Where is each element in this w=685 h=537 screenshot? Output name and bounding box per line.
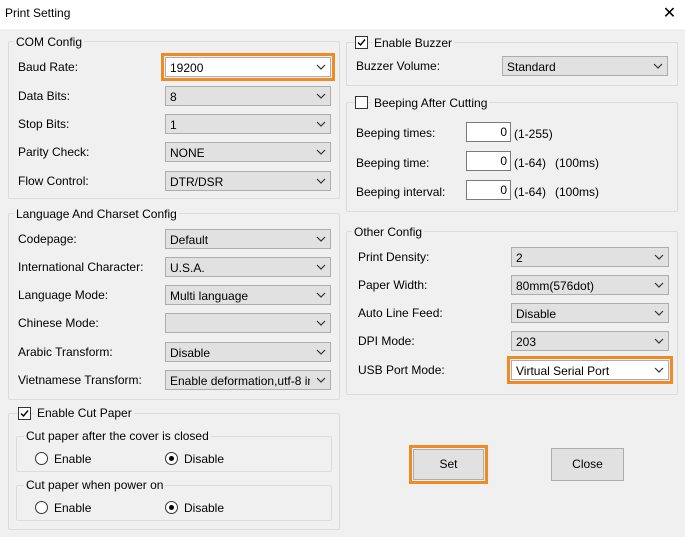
beeping-time-input[interactable]: 0 bbox=[466, 151, 511, 171]
chevron-down-icon bbox=[316, 93, 326, 99]
chevron-down-icon bbox=[316, 377, 326, 383]
beeping-after-cutting-label: Beeping After Cutting bbox=[372, 96, 490, 110]
power-enable-radio[interactable] bbox=[35, 501, 48, 514]
paper-width-label: Paper Width: bbox=[358, 278, 428, 292]
enable-cut-paper-label: Enable Cut Paper bbox=[35, 406, 134, 420]
chinese-mode-label: Chinese Mode: bbox=[18, 316, 99, 330]
baud-rate-label: Baud Rate: bbox=[18, 60, 79, 74]
beeping-time-range: (1-64) bbox=[514, 156, 547, 170]
enable-buzzer-checkbox[interactable] bbox=[355, 36, 368, 49]
dpi-mode-select[interactable]: 203 bbox=[511, 331, 669, 351]
language-mode-label: Language Mode: bbox=[18, 288, 109, 302]
vietnamese-transform-label: Vietnamese Transform: bbox=[18, 373, 142, 387]
close-button[interactable]: Close bbox=[551, 448, 624, 481]
beeping-time-label: Beeping time: bbox=[356, 156, 430, 170]
chevron-down-icon bbox=[316, 64, 326, 70]
chevron-down-icon bbox=[316, 236, 326, 242]
chinese-mode-select[interactable] bbox=[165, 313, 331, 333]
flow-control-label: Flow Control: bbox=[18, 174, 89, 188]
arabic-transform-select[interactable]: Disable bbox=[165, 342, 331, 362]
arabic-transform-label: Arabic Transform: bbox=[18, 345, 113, 359]
vietnamese-transform-select[interactable]: Enable deformation,utf-8 input bbox=[165, 370, 331, 390]
beeping-after-cutting-checkbox[interactable] bbox=[355, 96, 368, 109]
com-config-title: COM Config bbox=[14, 35, 85, 49]
usb-port-mode-select[interactable]: Virtual Serial Port bbox=[507, 356, 673, 384]
chevron-down-icon bbox=[316, 149, 326, 155]
beeping-times-range: (1-255) bbox=[514, 127, 553, 141]
buzzer-volume-label: Buzzer Volume: bbox=[356, 59, 441, 73]
enable-buzzer-label: Enable Buzzer bbox=[372, 36, 455, 50]
auto-line-feed-label: Auto Line Feed: bbox=[358, 306, 443, 320]
chevron-down-icon bbox=[316, 178, 326, 184]
chevron-down-icon bbox=[654, 367, 664, 373]
data-bits-select[interactable]: 8 bbox=[165, 86, 331, 106]
auto-line-feed-select[interactable]: Disable bbox=[511, 303, 669, 323]
parity-check-select[interactable]: NONE bbox=[165, 142, 331, 162]
chevron-down-icon bbox=[654, 282, 664, 288]
beeping-interval-input[interactable]: 0 bbox=[466, 180, 511, 200]
data-bits-label: Data Bits: bbox=[18, 89, 71, 103]
stop-bits-select[interactable]: 1 bbox=[165, 114, 331, 134]
title-bar: Print Setting ✕ bbox=[0, 0, 685, 29]
checkmark-icon bbox=[357, 39, 366, 47]
chevron-down-icon bbox=[654, 310, 664, 316]
checkmark-icon bbox=[20, 410, 29, 418]
cover-enable-radio[interactable] bbox=[35, 452, 48, 465]
stop-bits-label: Stop Bits: bbox=[18, 117, 70, 131]
cut-cover-title: Cut paper after the cover is closed bbox=[24, 429, 211, 443]
international-character-select[interactable]: U.S.A. bbox=[165, 257, 331, 277]
cut-power-title: Cut paper when power on bbox=[24, 478, 166, 492]
beeping-interval-range: (1-64) bbox=[514, 185, 547, 199]
power-disable-label: Disable bbox=[184, 501, 225, 515]
cover-disable-label: Disable bbox=[184, 452, 225, 466]
beeping-time-unit: (100ms) bbox=[555, 156, 600, 170]
chevron-down-icon bbox=[654, 338, 664, 344]
chevron-down-icon bbox=[316, 264, 326, 270]
beeping-times-input[interactable]: 0 bbox=[466, 122, 511, 142]
chevron-down-icon bbox=[316, 121, 326, 127]
buzzer-volume-select[interactable]: Standard bbox=[502, 56, 668, 76]
beeping-interval-label: Beeping interval: bbox=[356, 185, 446, 199]
flow-control-select[interactable]: DTR/DSR bbox=[165, 171, 331, 191]
close-icon[interactable]: ✕ bbox=[655, 1, 684, 27]
chevron-down-icon bbox=[316, 349, 326, 355]
international-character-label: International Character: bbox=[18, 260, 144, 274]
power-disable-radio[interactable] bbox=[165, 501, 178, 514]
paper-width-select[interactable]: 80mm(576dot) bbox=[511, 275, 669, 295]
language-charset-title: Language And Charset Config bbox=[14, 207, 179, 221]
cover-disable-radio[interactable] bbox=[165, 452, 178, 465]
codepage-label: Codepage: bbox=[18, 232, 77, 246]
beeping-interval-unit: (100ms) bbox=[555, 185, 600, 199]
cover-enable-label: Enable bbox=[54, 452, 92, 466]
chevron-down-icon bbox=[653, 63, 663, 69]
chevron-down-icon bbox=[654, 254, 664, 260]
chevron-down-icon bbox=[316, 320, 326, 326]
beeping-times-label: Beeping times: bbox=[356, 126, 436, 140]
other-config-title: Other Config bbox=[352, 225, 425, 239]
parity-check-label: Parity Check: bbox=[18, 145, 90, 159]
codepage-select[interactable]: Default bbox=[165, 229, 331, 249]
set-button[interactable]: Set bbox=[409, 445, 488, 484]
window-title: Print Setting bbox=[5, 6, 71, 20]
baud-rate-select[interactable]: 19200 bbox=[161, 53, 335, 81]
usb-port-mode-label: USB Port Mode: bbox=[358, 363, 445, 377]
chevron-down-icon bbox=[316, 292, 326, 298]
print-density-label: Print Density: bbox=[358, 250, 430, 264]
enable-cut-paper-checkbox[interactable] bbox=[18, 407, 31, 420]
power-enable-label: Enable bbox=[54, 501, 92, 515]
print-density-select[interactable]: 2 bbox=[511, 247, 669, 267]
language-mode-select[interactable]: Multi language bbox=[165, 285, 331, 305]
dpi-mode-label: DPI Mode: bbox=[358, 334, 415, 348]
